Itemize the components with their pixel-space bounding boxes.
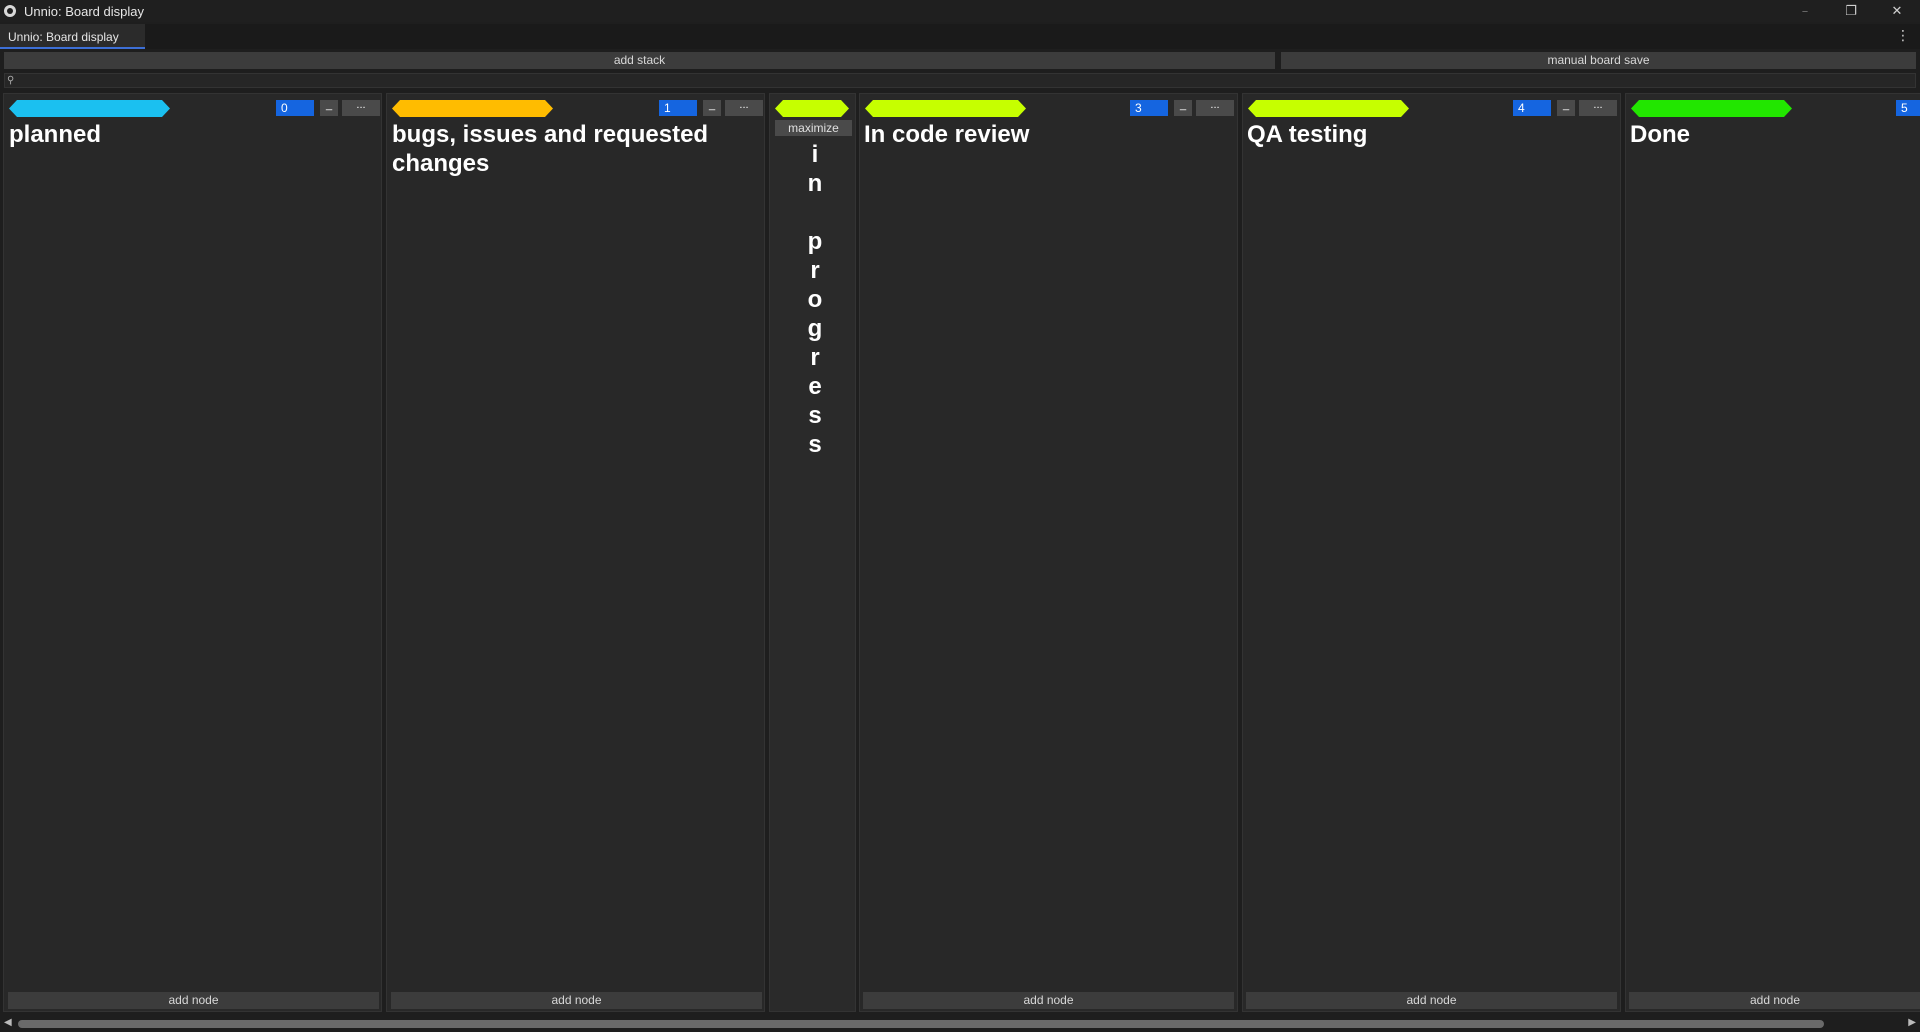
window-titlebar: Unnio: Board display – ❐ ✕ [0,0,1920,22]
add-node-button[interactable]: add node [863,992,1234,1009]
stack-count-badge: 4 [1513,100,1551,116]
stack-count-badge: 5 [1896,100,1920,116]
tab-menu-icon[interactable]: ⋮ [1896,27,1910,44]
stack-color-tag [865,100,1026,117]
add-node-button[interactable]: add node [8,992,379,1009]
stack-count-badge: 0 [276,100,314,116]
scrollbar-thumb[interactable] [18,1020,1824,1028]
window-controls: – ❐ ✕ [1782,0,1920,22]
add-node-button[interactable]: add node [391,992,762,1009]
stack-menu-button[interactable]: ... [342,100,380,116]
stack-in-progress: maximize i n p r o g r e s s [769,93,856,1012]
stack-title: bugs, issues and requested changes [392,121,709,177]
stack-color-tag [1631,100,1792,117]
minimize-stack-button[interactable]: _ [1174,100,1192,116]
stack-title: In code review [864,121,1030,148]
minimize-stack-button[interactable]: _ [1557,100,1575,116]
stack-qa-testing: 4 _ ... QA testing add node [1242,93,1621,1012]
add-node-button[interactable]: add node [1246,992,1617,1009]
scroll-left-icon[interactable]: ◀ [4,1017,12,1028]
stack-in-code-review: 3 _ ... In code review add node [859,93,1238,1012]
search-icon: ⚲ [7,75,15,86]
stack-count-badge: 1 [659,100,697,116]
stack-color-tag [9,100,170,117]
stack-menu-button[interactable]: ... [1579,100,1617,116]
maximize-stack-button[interactable]: maximize [775,120,852,136]
stack-count-badge: 3 [1130,100,1168,116]
scroll-right-icon[interactable]: ▶ [1908,1017,1916,1028]
window-title: Unnio: Board display [24,3,144,19]
manual-board-save-button[interactable]: manual board save [1281,52,1916,69]
board: 0 _ ... planned add node 1 _ ... bugs, i… [0,93,1920,1012]
stack-bugs-issues: 1 _ ... bugs, issues and requested chang… [386,93,765,1012]
minimize-stack-button[interactable]: _ [320,100,338,116]
tab-bar: Unnio: Board display ⋮ [0,24,1920,49]
horizontal-scrollbar[interactable]: ◀ ▶ [0,1016,1920,1032]
minimize-stack-button[interactable]: _ [703,100,721,116]
stack-color-tag [775,100,849,117]
stack-done: 5 Done add node [1625,93,1920,1012]
restore-window-button[interactable]: ❐ [1828,0,1874,22]
add-node-button[interactable]: add node [1629,992,1920,1009]
add-stack-button[interactable]: add stack [4,52,1275,69]
stack-planned: 0 _ ... planned add node [3,93,382,1012]
stack-title-vertical: i n p r o g r e s s [807,141,823,458]
search-input[interactable]: ⚲ [4,73,1916,88]
stack-color-tag [392,100,553,117]
close-window-button[interactable]: ✕ [1874,0,1920,22]
tab-board-display[interactable]: Unnio: Board display [0,24,145,49]
minimize-window-button[interactable]: – [1782,0,1828,22]
stack-menu-button[interactable]: ... [1196,100,1234,116]
board-actions: add stack manual board save [4,52,1916,69]
stack-title: Done [1630,121,1690,148]
stack-color-tag [1248,100,1409,117]
app-logo-icon [4,5,16,17]
stack-title: planned [9,121,102,148]
stack-menu-button[interactable]: ... [725,100,763,116]
stack-title: QA testing [1247,121,1368,148]
